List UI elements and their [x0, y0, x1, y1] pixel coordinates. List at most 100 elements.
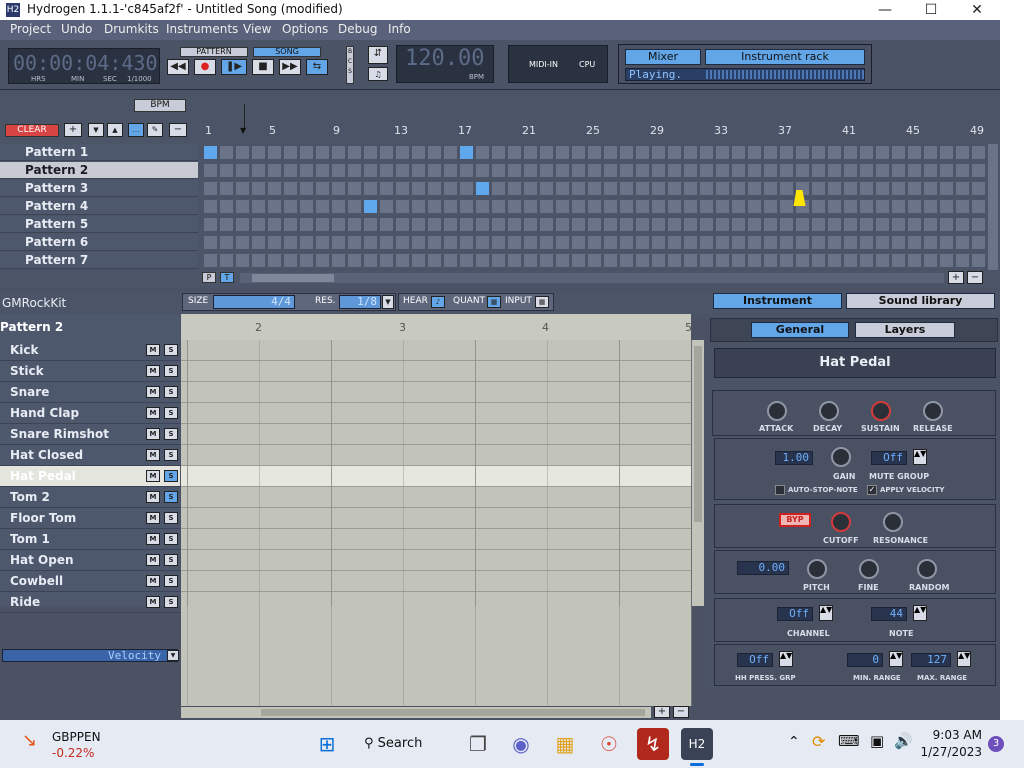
- song-cell[interactable]: [972, 200, 985, 213]
- song-cell[interactable]: [460, 254, 473, 267]
- song-cell[interactable]: [604, 182, 617, 195]
- song-cell[interactable]: [252, 146, 265, 159]
- solo-button[interactable]: S: [164, 512, 178, 524]
- menu-instruments[interactable]: Instruments: [166, 22, 238, 36]
- mute-button[interactable]: M: [146, 344, 160, 356]
- song-cell[interactable]: [556, 146, 569, 159]
- song-cell[interactable]: [844, 254, 857, 267]
- song-cell[interactable]: [444, 200, 457, 213]
- song-cell[interactable]: [716, 254, 729, 267]
- song-cell[interactable]: [252, 254, 265, 267]
- instrument-row[interactable]: Kick M S: [0, 340, 180, 361]
- mute-button[interactable]: M: [146, 491, 160, 503]
- song-cell[interactable]: [444, 146, 457, 159]
- song-cell[interactable]: [236, 254, 249, 267]
- song-cell[interactable]: [428, 236, 441, 249]
- mute-button[interactable]: M: [146, 449, 160, 461]
- song-cell[interactable]: [908, 236, 921, 249]
- song-cell[interactable]: [780, 182, 793, 195]
- song-cell[interactable]: [876, 200, 889, 213]
- song-cell[interactable]: [652, 236, 665, 249]
- song-cell[interactable]: [524, 254, 537, 267]
- pattern-grid-row[interactable]: [181, 445, 691, 466]
- pattern-row[interactable]: Pattern 4: [0, 198, 198, 215]
- mute-button[interactable]: M: [146, 407, 160, 419]
- song-cell[interactable]: [460, 164, 473, 177]
- song-cell[interactable]: [940, 164, 953, 177]
- song-cell[interactable]: [604, 254, 617, 267]
- song-cell[interactable]: [748, 254, 761, 267]
- song-cell[interactable]: [908, 218, 921, 231]
- add-pattern-icon[interactable]: +: [64, 123, 82, 137]
- song-cell[interactable]: [828, 164, 841, 177]
- song-cell[interactable]: [716, 164, 729, 177]
- song-cell[interactable]: [572, 218, 585, 231]
- song-cell[interactable]: [412, 254, 425, 267]
- song-cell[interactable]: [652, 218, 665, 231]
- metronome-icon[interactable]: ♫: [368, 67, 388, 81]
- song-cell-active[interactable]: [460, 146, 473, 159]
- song-cell[interactable]: [396, 164, 409, 177]
- song-cell[interactable]: [828, 182, 841, 195]
- song-cell[interactable]: [284, 200, 297, 213]
- song-cell[interactable]: [524, 182, 537, 195]
- song-cell[interactable]: [908, 182, 921, 195]
- song-cell[interactable]: [572, 200, 585, 213]
- ticker-symbol[interactable]: GBPPEN: [52, 730, 101, 744]
- song-cell[interactable]: [348, 164, 361, 177]
- song-cell[interactable]: [460, 218, 473, 231]
- tab-general[interactable]: General: [751, 322, 849, 338]
- song-cell[interactable]: [892, 236, 905, 249]
- song-cell[interactable]: [348, 182, 361, 195]
- song-cell[interactable]: [716, 146, 729, 159]
- song-cell[interactable]: [428, 182, 441, 195]
- song-cell[interactable]: [236, 146, 249, 159]
- song-cell[interactable]: [588, 164, 601, 177]
- song-cell[interactable]: [716, 218, 729, 231]
- song-cell[interactable]: [684, 254, 697, 267]
- start-icon[interactable]: ⊞: [311, 728, 343, 760]
- tray-sync-icon[interactable]: ⟳: [812, 732, 825, 751]
- menu-options[interactable]: Options: [282, 22, 328, 36]
- song-cell[interactable]: [620, 218, 633, 231]
- song-cell[interactable]: [620, 254, 633, 267]
- song-cell[interactable]: [764, 236, 777, 249]
- maximize-icon[interactable]: ☐: [908, 0, 954, 20]
- hydrogen-taskbar-icon[interactable]: H2: [681, 728, 713, 760]
- song-cell[interactable]: [364, 164, 377, 177]
- solo-button[interactable]: S: [164, 554, 178, 566]
- song-cell[interactable]: [684, 164, 697, 177]
- song-cell[interactable]: [652, 182, 665, 195]
- song-cell[interactable]: [908, 200, 921, 213]
- song-cell[interactable]: [620, 200, 633, 213]
- song-cell[interactable]: [700, 182, 713, 195]
- song-cell[interactable]: [492, 146, 505, 159]
- solo-button[interactable]: S: [164, 491, 178, 503]
- song-cell[interactable]: [748, 182, 761, 195]
- song-cell[interactable]: [668, 182, 681, 195]
- song-cell[interactable]: [412, 146, 425, 159]
- song-cell[interactable]: [668, 200, 681, 213]
- song-cell[interactable]: [604, 200, 617, 213]
- song-cell[interactable]: [924, 218, 937, 231]
- song-cell[interactable]: [796, 146, 809, 159]
- instrument-row[interactable]: Ride M S: [0, 592, 180, 613]
- song-cell[interactable]: [668, 218, 681, 231]
- song-cell[interactable]: [860, 200, 873, 213]
- song-cell[interactable]: [892, 254, 905, 267]
- instrument-row[interactable]: Tom 2 MS: [0, 487, 180, 508]
- property-dropdown-icon[interactable]: ▼: [167, 650, 179, 661]
- song-cell[interactable]: [268, 164, 281, 177]
- song-cell[interactable]: [876, 254, 889, 267]
- song-cell[interactable]: [764, 200, 777, 213]
- song-cell[interactable]: [316, 254, 329, 267]
- song-cell[interactable]: [652, 146, 665, 159]
- song-cell[interactable]: [572, 146, 585, 159]
- song-cell[interactable]: [636, 146, 649, 159]
- song-cell[interactable]: [684, 236, 697, 249]
- song-cell[interactable]: [636, 182, 649, 195]
- song-cell[interactable]: [332, 164, 345, 177]
- song-cell[interactable]: [476, 236, 489, 249]
- song-cell[interactable]: [876, 182, 889, 195]
- song-cell[interactable]: [844, 182, 857, 195]
